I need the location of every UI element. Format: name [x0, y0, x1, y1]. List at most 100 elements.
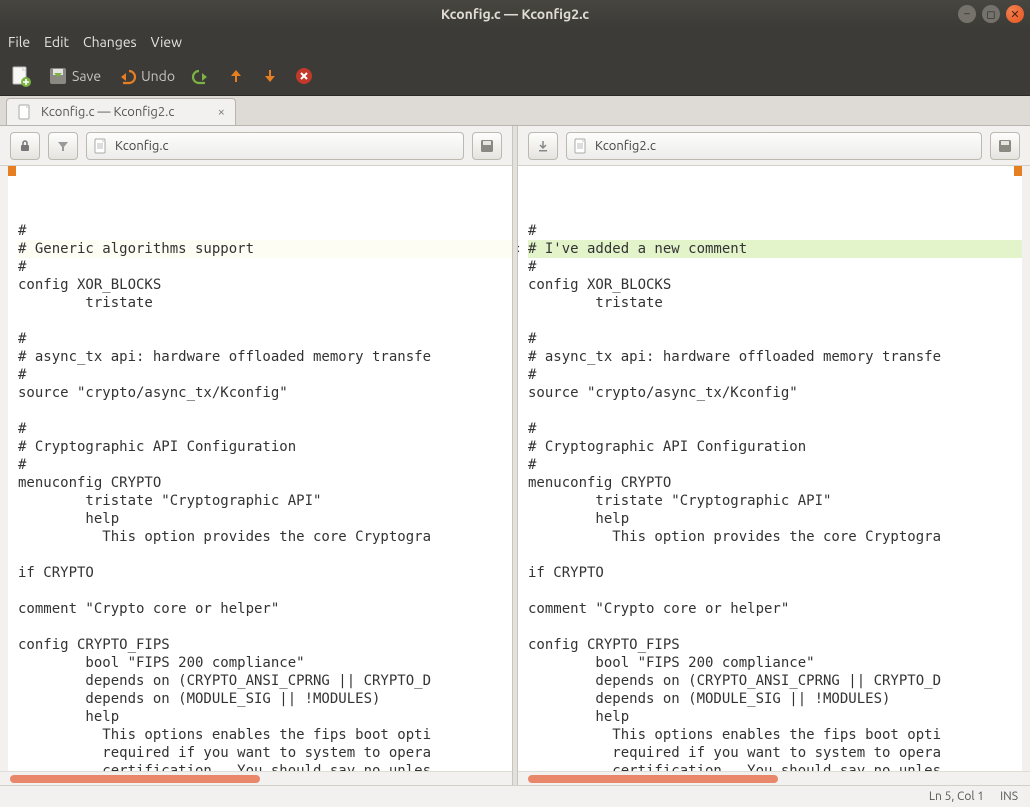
undo-button[interactable]: Undo	[117, 66, 175, 86]
code-line: config CRYPTO_FIPS	[528, 636, 1022, 654]
diff-marker-icon	[8, 166, 16, 176]
left-code-view[interactable]: ## Generic algorithms support#config XOR…	[0, 166, 512, 771]
left-scrollbar[interactable]	[0, 771, 512, 785]
code-line	[18, 312, 512, 330]
cancel-button[interactable]	[295, 67, 313, 85]
toolbar: Save Undo	[0, 56, 1030, 96]
code-line: comment "Crypto core or helper"	[528, 600, 1022, 618]
window-controls: – ◻ ✕	[958, 5, 1024, 23]
code-line: bool "FIPS 200 compliance"	[18, 654, 512, 672]
code-line: depends on (CRYPTO_ANSI_CPRNG || CRYPTO_…	[528, 672, 1022, 690]
code-line: depends on (MODULE_SIG || !MODULES)	[528, 690, 1022, 708]
code-line: required if you want to system to opera	[528, 744, 1022, 762]
code-line: config CRYPTO_FIPS	[18, 636, 512, 654]
left-filename: Kconfig.c	[115, 139, 169, 153]
code-line: source "crypto/async_tx/Kconfig"	[18, 384, 512, 402]
left-pane-header: Kconfig.c	[0, 126, 512, 166]
code-line: # Cryptographic API Configuration	[18, 438, 512, 456]
left-pane: Kconfig.c ## Generic algorithms support#…	[0, 126, 512, 785]
code-line: #	[18, 366, 512, 384]
titlebar: Kconfig.c — Kconfig2.c – ◻ ✕	[0, 0, 1030, 28]
lock-button-left[interactable]	[10, 132, 40, 160]
scrollbar-thumb[interactable]	[528, 775, 778, 783]
window-title: Kconfig.c — Kconfig2.c	[441, 6, 589, 22]
code-line	[528, 582, 1022, 600]
code-line: bool "FIPS 200 compliance"	[528, 654, 1022, 672]
code-line: #	[18, 456, 512, 474]
menu-view[interactable]: View	[151, 34, 182, 50]
statusbar: Ln 5, Col 1 INS	[0, 785, 1030, 807]
next-diff-button[interactable]	[261, 67, 279, 85]
code-line: config XOR_BLOCKS	[528, 276, 1022, 294]
right-scrollbar[interactable]	[518, 771, 1030, 785]
save-left-button[interactable]	[472, 132, 502, 160]
code-line: # Cryptographic API Configuration	[528, 438, 1022, 456]
code-line: depends on (CRYPTO_ANSI_CPRNG || CRYPTO_…	[18, 672, 512, 690]
code-line	[528, 618, 1022, 636]
file-icon	[17, 104, 33, 120]
menu-edit[interactable]: Edit	[44, 34, 69, 50]
menu-file[interactable]: File	[8, 34, 30, 50]
file-icon	[573, 138, 589, 154]
code-line: # async_tx api: hardware offloaded memor…	[18, 348, 512, 366]
file-icon	[93, 138, 109, 154]
code-line: #	[18, 258, 512, 276]
scrollbar-thumb[interactable]	[10, 775, 260, 783]
new-compare-button[interactable]	[10, 65, 32, 87]
code-line: if CRYPTO	[528, 564, 1022, 582]
save-small-icon	[998, 139, 1012, 153]
code-line: # Generic algorithms support	[18, 240, 512, 258]
code-line: help	[528, 510, 1022, 528]
code-line: tristate "Cryptographic API"	[528, 492, 1022, 510]
diff-panes: Kconfig.c ## Generic algorithms support#…	[0, 126, 1030, 785]
tab-close-button[interactable]: ×	[218, 105, 225, 119]
code-line	[528, 402, 1022, 420]
code-line	[18, 582, 512, 600]
code-line: This options enables the fips boot opti	[18, 726, 512, 744]
dismiss-diff-icon[interactable]: ✕	[518, 240, 526, 258]
tab-compare[interactable]: Kconfig.c — Kconfig2.c ×	[6, 98, 236, 125]
close-window-button[interactable]: ✕	[1006, 5, 1024, 23]
code-line: menuconfig CRYPTO	[528, 474, 1022, 492]
download-button-right[interactable]	[528, 132, 558, 160]
code-line: if CRYPTO	[18, 564, 512, 582]
code-line: comment "Crypto core or helper"	[18, 600, 512, 618]
minimize-button[interactable]: –	[958, 5, 976, 23]
menubar: File Edit Changes View	[0, 28, 1030, 56]
code-line: #	[528, 330, 1022, 348]
code-line: tristate "Cryptographic API"	[18, 492, 512, 510]
code-line: certification. You should say no unles	[528, 762, 1022, 771]
right-code-view[interactable]: # # I've added a new comment✕ # config XOR_…	[518, 166, 1030, 771]
code-line: This option provides the core Cryptogra	[528, 528, 1022, 546]
lock-icon	[18, 139, 32, 153]
code-line: config XOR_BLOCKS	[18, 276, 512, 294]
code-line: #	[528, 366, 1022, 384]
left-filename-box[interactable]: Kconfig.c	[86, 132, 464, 160]
right-filename-box[interactable]: Kconfig2.c	[566, 132, 982, 160]
right-pane: Kconfig2.c ## I've added a new comment✕#…	[518, 126, 1030, 785]
filter-button-left[interactable]	[48, 132, 78, 160]
right-filename: Kconfig2.c	[595, 139, 656, 153]
save-button[interactable]: Save	[48, 66, 101, 86]
code-line: #	[528, 420, 1022, 438]
save-right-button[interactable]	[990, 132, 1020, 160]
arrow-up-icon	[227, 67, 245, 85]
redo-button[interactable]	[191, 66, 211, 86]
code-line	[18, 402, 512, 420]
code-line: # async_tx api: hardware offloaded memor…	[528, 348, 1022, 366]
code-line	[528, 312, 1022, 330]
insert-mode: INS	[1000, 790, 1018, 803]
arrow-down-icon	[261, 67, 279, 85]
prev-diff-button[interactable]	[227, 67, 245, 85]
maximize-button[interactable]: ◻	[982, 5, 1000, 23]
code-line: #	[18, 330, 512, 348]
code-line	[18, 546, 512, 564]
code-line	[528, 546, 1022, 564]
code-line: #	[528, 456, 1022, 474]
code-line: This options enables the fips boot opti	[528, 726, 1022, 744]
right-pane-header: Kconfig2.c	[518, 126, 1030, 166]
code-line: # I've added a new comment✕	[528, 240, 1022, 258]
code-line: This option provides the core Cryptogra	[18, 528, 512, 546]
menu-changes[interactable]: Changes	[83, 34, 137, 50]
code-line: menuconfig CRYPTO	[18, 474, 512, 492]
